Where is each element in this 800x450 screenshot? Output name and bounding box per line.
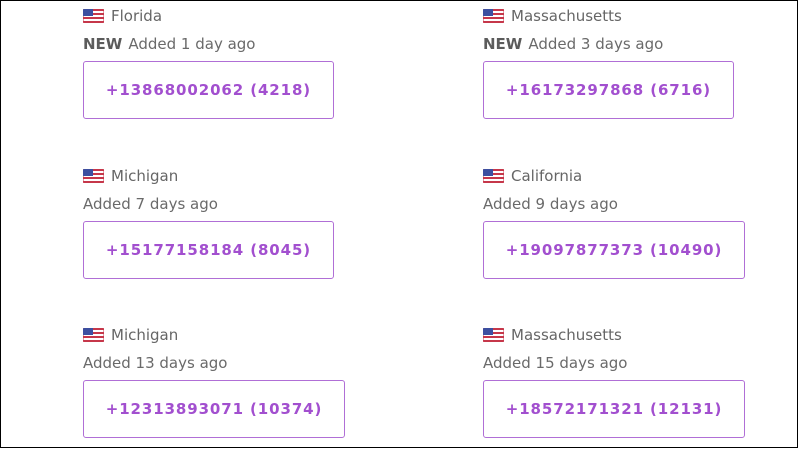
phone-number-button[interactable]: +13868002062 (4218) xyxy=(83,61,334,119)
added-label: Added 9 days ago xyxy=(483,195,618,213)
added-label: Added 13 days ago xyxy=(83,354,228,372)
added-label: Added 1 day ago xyxy=(128,35,256,53)
us-flag-icon xyxy=(83,328,104,342)
phone-number-button[interactable]: +16173297868 (6716) xyxy=(483,61,734,119)
state-label: Michigan xyxy=(111,167,179,185)
number-card: Michigan Added 7 days ago +15177158184 (… xyxy=(83,166,334,279)
new-badge: NEW xyxy=(83,35,123,53)
added-label: Added 3 days ago xyxy=(528,35,664,53)
us-flag-icon xyxy=(83,169,104,183)
added-row: Added 13 days ago xyxy=(83,353,345,373)
us-flag-icon xyxy=(483,9,504,23)
added-row: NEW Added 3 days ago xyxy=(483,34,734,54)
added-label: Added 15 days ago xyxy=(483,354,628,372)
us-flag-icon xyxy=(83,9,104,23)
added-row: NEW Added 1 day ago xyxy=(83,34,334,54)
phone-number-button[interactable]: +19097877373 (10490) xyxy=(483,221,745,279)
state-label: Massachusetts xyxy=(511,326,622,344)
added-label: Added 7 days ago xyxy=(83,195,218,213)
location-row: Michigan xyxy=(83,325,345,345)
location-row: Michigan xyxy=(83,166,334,186)
number-card: Florida NEW Added 1 day ago +13868002062… xyxy=(83,6,334,119)
phone-number-grid: Florida NEW Added 1 day ago +13868002062… xyxy=(0,0,800,450)
phone-number-button[interactable]: +12313893071 (10374) xyxy=(83,380,345,438)
number-card: Massachusetts Added 15 days ago +1857217… xyxy=(483,325,745,438)
added-row: Added 9 days ago xyxy=(483,194,745,214)
state-label: Florida xyxy=(111,7,163,25)
state-label: Michigan xyxy=(111,326,179,344)
added-row: Added 15 days ago xyxy=(483,353,745,373)
state-label: Massachusetts xyxy=(511,7,622,25)
phone-number-button[interactable]: +18572171321 (12131) xyxy=(483,380,745,438)
location-row: California xyxy=(483,166,745,186)
location-row: Massachusetts xyxy=(483,325,745,345)
number-card: Michigan Added 13 days ago +12313893071 … xyxy=(83,325,345,438)
state-label: California xyxy=(511,167,583,185)
added-row: Added 7 days ago xyxy=(83,194,334,214)
location-row: Massachusetts xyxy=(483,6,734,26)
us-flag-icon xyxy=(483,328,504,342)
new-badge: NEW xyxy=(483,35,523,53)
phone-number-button[interactable]: +15177158184 (8045) xyxy=(83,221,334,279)
location-row: Florida xyxy=(83,6,334,26)
number-card: California Added 9 days ago +19097877373… xyxy=(483,166,745,279)
number-card: Massachusetts NEW Added 3 days ago +1617… xyxy=(483,6,734,119)
us-flag-icon xyxy=(483,169,504,183)
